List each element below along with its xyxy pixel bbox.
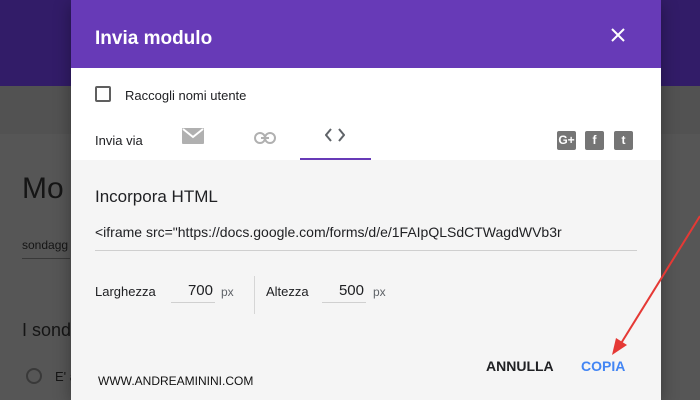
field-divider (254, 276, 255, 314)
width-label: Larghezza (95, 284, 156, 299)
send-via-label: Invia via (95, 133, 143, 148)
send-form-dialog: Invia modulo Raccogli nomi utente Invia … (71, 0, 661, 400)
embed-html-title: Incorpora HTML (95, 187, 218, 206)
height-label: Altezza (266, 284, 309, 299)
embed-html-panel: Incorpora HTML <iframe src="https://docs… (71, 160, 661, 400)
width-input-underline (171, 302, 215, 303)
close-icon[interactable] (611, 28, 625, 42)
facebook-icon[interactable]: f (585, 131, 604, 150)
height-input[interactable]: 500 (324, 282, 364, 299)
tab-email[interactable] (171, 124, 215, 160)
collect-usernames-label: Raccogli nomi utente (125, 88, 247, 103)
link-icon (254, 132, 276, 144)
width-unit: px (221, 285, 234, 299)
dialog-title: Invia modulo (95, 28, 213, 49)
height-unit: px (373, 285, 386, 299)
collect-usernames-checkbox[interactable] (95, 86, 111, 102)
tab-link[interactable] (243, 124, 287, 160)
embed-code-field[interactable]: <iframe src="https://docs.google.com/for… (95, 224, 637, 251)
twitter-icon[interactable]: t (614, 131, 633, 150)
height-input-underline (322, 302, 366, 303)
watermark: WWW.ANDREAMININI.COM (98, 374, 254, 388)
width-input[interactable]: 700 (173, 282, 213, 299)
code-icon (325, 128, 345, 142)
email-icon (182, 128, 204, 144)
dialog-header: Invia modulo (71, 0, 661, 68)
copy-button[interactable]: COPIA (581, 358, 625, 374)
cancel-button[interactable]: ANNULLA (486, 358, 554, 374)
tab-embed-html[interactable] (300, 124, 371, 160)
google-plus-icon[interactable]: G+ (557, 131, 576, 150)
